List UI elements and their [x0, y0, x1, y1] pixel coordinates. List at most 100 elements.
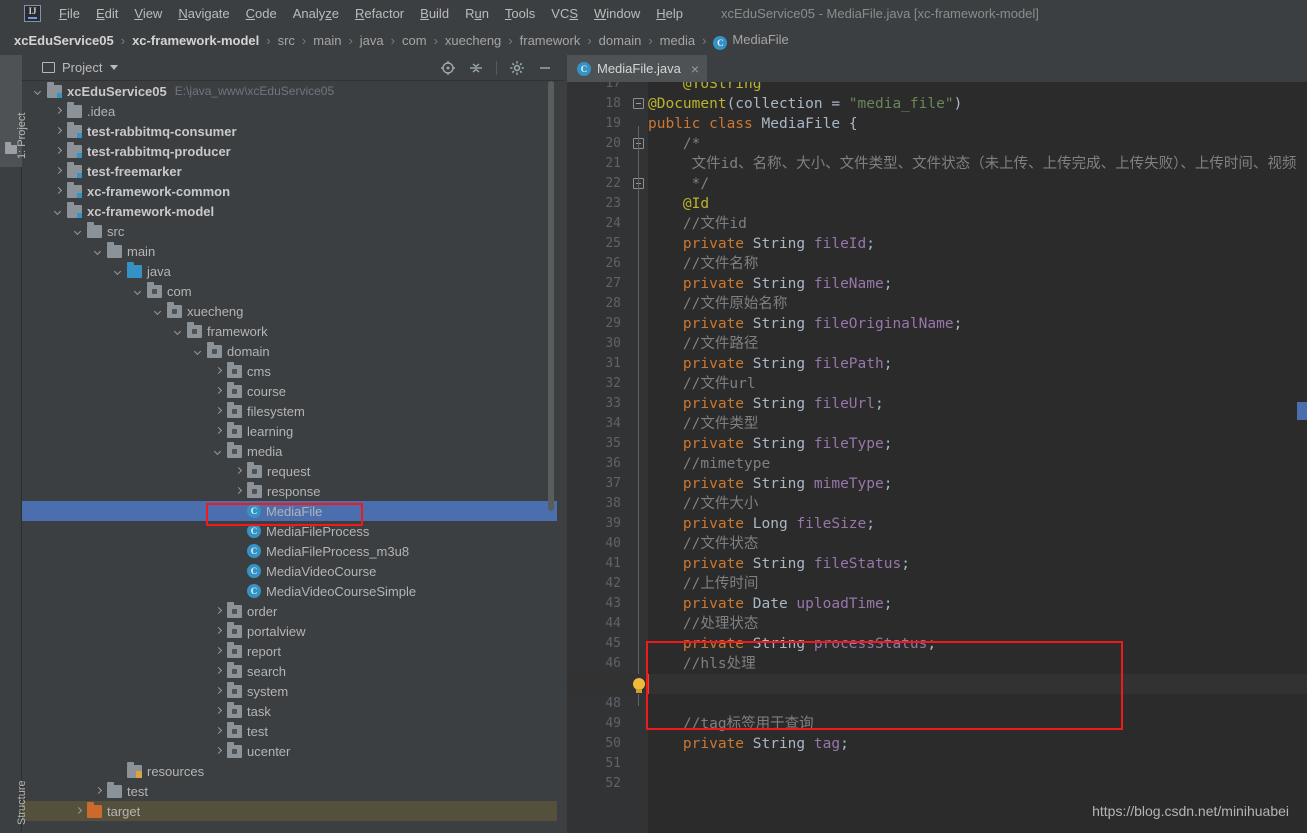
- chevron-down-icon[interactable]: [110, 65, 119, 70]
- tree-item-xc-framework-model[interactable]: xc-framework-model: [22, 201, 557, 221]
- code-editor[interactable]: @ToString @Document(collection = "media_f…: [567, 82, 1307, 833]
- menu-item-vcs[interactable]: VCS: [543, 3, 586, 24]
- chevron-down-icon[interactable]: [74, 227, 83, 236]
- chevron-down-icon[interactable]: [114, 267, 123, 276]
- chevron-right-icon[interactable]: [214, 607, 223, 616]
- tree-item-framework[interactable]: framework: [22, 321, 557, 341]
- menu-item-file[interactable]: File: [51, 3, 88, 24]
- tree-item-course[interactable]: course: [22, 381, 557, 401]
- tree-item-ucenter[interactable]: ucenter: [22, 741, 557, 761]
- tree-item-test-freemarker[interactable]: test-freemarker: [22, 161, 557, 181]
- tree-item-src[interactable]: src: [22, 221, 557, 241]
- code-line-19[interactable]: public class MediaFile {: [648, 114, 858, 134]
- code-line-24[interactable]: //文件id: [648, 214, 747, 234]
- code-line-17[interactable]: @ToString: [648, 82, 762, 94]
- chevron-right-icon[interactable]: [214, 687, 223, 696]
- menu-item-code[interactable]: Code: [238, 3, 285, 24]
- menu-item-analyze[interactable]: Analyze: [285, 3, 347, 24]
- code-line-41[interactable]: private String fileStatus;: [648, 554, 910, 574]
- menu-item-help[interactable]: Help: [648, 3, 691, 24]
- tree-item-resources[interactable]: resources: [22, 761, 557, 781]
- tree-item-test[interactable]: test: [22, 781, 557, 801]
- chevron-right-icon[interactable]: [214, 387, 223, 396]
- code-line-50[interactable]: private String tag;: [648, 734, 849, 754]
- code-line-26[interactable]: //文件名称: [648, 254, 758, 274]
- code-line-46[interactable]: //hls处理: [648, 654, 756, 674]
- tree-item-com[interactable]: com: [22, 281, 557, 301]
- code-line-35[interactable]: private String fileType;: [648, 434, 893, 454]
- tree-item-filesystem[interactable]: filesystem: [22, 401, 557, 421]
- chevron-down-icon[interactable]: [194, 347, 203, 356]
- breadcrumb-item-framework[interactable]: framework: [520, 33, 581, 48]
- chevron-right-icon[interactable]: [54, 167, 63, 176]
- code-line-49[interactable]: //tag标签用于查询: [648, 714, 814, 734]
- chevron-right-icon[interactable]: [74, 807, 83, 816]
- code-line-21[interactable]: 文件id、名称、大小、文件类型、文件状态（未上传、上传完成、上传失败）、上传时间…: [648, 154, 1307, 174]
- chevron-right-icon[interactable]: [94, 787, 103, 796]
- tree-item-portalview[interactable]: portalview: [22, 621, 557, 641]
- code-line-34[interactable]: //文件类型: [648, 414, 758, 434]
- tree-item-mediavideocoursesimple[interactable]: C MediaVideoCourseSimple: [22, 581, 557, 601]
- code-line-30[interactable]: //文件路径: [648, 334, 758, 354]
- breadcrumb-item-java[interactable]: java: [360, 33, 384, 48]
- code-line-31[interactable]: private String filePath;: [648, 354, 893, 374]
- tree-item-mediafileprocess-m3u8[interactable]: C MediaFileProcess_m3u8: [22, 541, 557, 561]
- menu-item-navigate[interactable]: Navigate: [170, 3, 237, 24]
- tree-item-mediafile[interactable]: C MediaFile: [22, 501, 557, 521]
- fold-collapse-icon[interactable]: [633, 98, 644, 109]
- tree-item-request[interactable]: request: [22, 461, 557, 481]
- tree-item-xc-framework-common[interactable]: xc-framework-common: [22, 181, 557, 201]
- menu-item-window[interactable]: Window: [586, 3, 648, 24]
- breadcrumb-item-media[interactable]: media: [660, 33, 695, 48]
- chevron-down-icon[interactable]: [174, 327, 183, 336]
- menu-item-view[interactable]: View: [126, 3, 170, 24]
- intention-bulb-icon[interactable]: [633, 678, 645, 691]
- code-line-25[interactable]: private String fileId;: [648, 234, 875, 254]
- chevron-down-icon[interactable]: [34, 87, 43, 96]
- breadcrumb-item-mediafile[interactable]: C MediaFile: [713, 32, 789, 50]
- tree-item-main[interactable]: main: [22, 241, 557, 261]
- code-line-33[interactable]: private String fileUrl;: [648, 394, 884, 414]
- breadcrumb-item-src[interactable]: src: [278, 33, 295, 48]
- code-line-37[interactable]: private String mimeType;: [648, 474, 893, 494]
- code-line-38[interactable]: //文件大小: [648, 494, 758, 514]
- tool-button-structure-overlay[interactable]: Structure: [0, 743, 28, 833]
- code-line-36[interactable]: //mimetype: [648, 454, 770, 474]
- tree-item-mediafileprocess[interactable]: C MediaFileProcess: [22, 521, 557, 541]
- chevron-down-icon[interactable]: [54, 207, 63, 216]
- breadcrumb-item-com[interactable]: com: [402, 33, 427, 48]
- tree-item-java[interactable]: java: [22, 261, 557, 281]
- editor-tab-mediafile[interactable]: C MediaFile.java ×: [567, 55, 708, 82]
- chevron-right-icon[interactable]: [214, 647, 223, 656]
- code-line-29[interactable]: private String fileOriginalName;: [648, 314, 962, 334]
- chevron-right-icon[interactable]: [214, 667, 223, 676]
- chevron-right-icon[interactable]: [214, 727, 223, 736]
- code-line-45[interactable]: private String processStatus;: [648, 634, 936, 654]
- tree-item-target[interactable]: target: [22, 801, 557, 821]
- collapse-all-icon[interactable]: [468, 60, 484, 76]
- chevron-right-icon[interactable]: [54, 127, 63, 136]
- menu-item-refactor[interactable]: Refactor: [347, 3, 412, 24]
- tree-item-test-rabbitmq-consumer[interactable]: test-rabbitmq-consumer: [22, 121, 557, 141]
- tree-item-xceduservice05[interactable]: xcEduService05 E:\java_www\xcEduService05: [22, 81, 557, 101]
- chevron-down-icon[interactable]: [154, 307, 163, 316]
- chevron-right-icon[interactable]: [214, 707, 223, 716]
- tree-item-response[interactable]: response: [22, 481, 557, 501]
- tree-item-task[interactable]: task: [22, 701, 557, 721]
- tree-item-report[interactable]: report: [22, 641, 557, 661]
- code-line-22[interactable]: */: [648, 174, 709, 194]
- code-line-43[interactable]: private Date uploadTime;: [648, 594, 893, 614]
- editor-marker-bar[interactable]: [1297, 82, 1307, 833]
- tree-item-test-rabbitmq-producer[interactable]: test-rabbitmq-producer: [22, 141, 557, 161]
- chevron-down-icon[interactable]: [94, 247, 103, 256]
- scrollbar-thumb[interactable]: [548, 81, 554, 511]
- project-tree[interactable]: xcEduService05 E:\java_www\xcEduService05…: [22, 81, 557, 833]
- close-icon[interactable]: ×: [691, 61, 699, 77]
- breadcrumb[interactable]: xcEduService05 › xc-framework-model › src › ma…: [0, 26, 1307, 55]
- tree-item-order[interactable]: order: [22, 601, 557, 621]
- chevron-right-icon[interactable]: [54, 107, 63, 116]
- tree-item-domain[interactable]: domain: [22, 341, 557, 361]
- hide-panel-icon[interactable]: [537, 60, 553, 76]
- tree-item-test[interactable]: test: [22, 721, 557, 741]
- tree-item-xuecheng[interactable]: xuecheng: [22, 301, 557, 321]
